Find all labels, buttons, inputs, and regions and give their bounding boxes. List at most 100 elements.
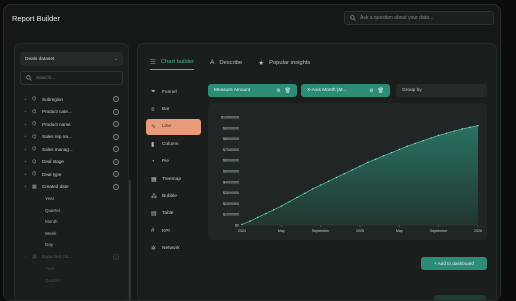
data-point [390,151,393,154]
info-icon[interactable]: i [113,108,119,115]
field-search-input[interactable]: Search... [20,71,123,85]
groupby-pill[interactable]: Group by [396,84,487,97]
info-icon[interactable]: i [113,171,119,178]
data-point [343,173,345,175]
date-part-item[interactable]: Year [20,193,123,205]
tab-bar: ☰ Chart builder A Describe ★ Popular insigh… [150,58,326,70]
chart-type-label: Bubble [162,194,177,200]
measure-pill[interactable]: Measure Amount ⚙ 🗑 [208,84,297,97]
info-icon[interactable]: i [113,146,119,153]
chart-type-label: Bar [162,107,170,113]
field-item[interactable]: + ▦ Created date i [20,181,123,194]
chart-type-list: ⏷ Funnel ≡ Bar ∿ Line ▮ Column ◔ Pie ▦ Treemap ⁂ Bubb… [146,84,201,258]
info-icon[interactable]: i [113,183,119,190]
field-item[interactable]: + ⌬ Deal type i [20,168,123,181]
expand-icon[interactable]: + [24,159,32,164]
info-icon[interactable]: i [113,253,119,260]
chart-type-bubble[interactable]: ⁂ Bubble [146,188,201,204]
info-icon[interactable]: i [113,96,119,103]
chart-type-label: Line [162,124,172,130]
info-icon[interactable]: i [113,158,119,165]
data-point [445,132,448,134]
y-tick-label: $7000000 [223,148,239,152]
tab-label: Popular insights [269,59,311,66]
calendar-icon: ▦ [32,253,37,260]
list-icon: ☰ [150,59,156,66]
expand-icon[interactable]: + [24,254,32,259]
chart-type-table[interactable]: ▤ Table [146,206,201,222]
treemap-icon: ▦ [151,176,157,183]
field-label: Sales manag... [42,146,73,152]
data-point [382,155,385,157]
chart-type-kpi[interactable]: # KPI [146,223,201,239]
date-part-item[interactable]: Day [20,239,123,251]
chart-type-treemap[interactable]: ▦ Treemap [146,171,201,187]
funnel-icon: ⏷ [151,88,156,95]
data-point [375,158,377,160]
chart-type-line[interactable]: ∿ Line [146,118,201,136]
data-point [327,180,330,182]
date-part-item[interactable]: Month [20,216,123,228]
data-point [367,161,369,164]
field-item[interactable]: + ⌬ Subregion i [20,93,123,106]
field-item[interactable]: + ⌬ Sales manag... i [20,143,123,156]
chart-type-pie[interactable]: ◔ Pie [146,154,201,170]
date-part-item[interactable]: Week [20,228,123,240]
field-item[interactable]: + ▦ Expected clo... i [20,251,123,264]
data-point [335,176,338,179]
expand-icon[interactable]: + [24,97,32,102]
tab-popular-insights[interactable]: ★ Popular insights [258,58,310,70]
chart-type-label: Treemap [162,176,182,182]
date-part-item[interactable]: Quarter [20,275,123,287]
chart-type-funnel[interactable]: ⏷ Funnel [146,84,201,100]
xaxis-pill[interactable]: X-Axis Month (M... ⚙ 🗑 [301,84,390,97]
x-tick-label: 2024 [238,229,246,233]
chart-type-label: Pie [162,159,169,165]
y-tick-label: $5000000 [223,170,239,174]
field-item[interactable]: + ⌬ Product cate... i [20,106,123,119]
chart-type-column[interactable]: ▮ Column [146,136,201,152]
delete-icon[interactable]: 🗑 [285,88,291,94]
y-tick-label: $9000000 [223,126,239,130]
info-icon[interactable]: i [113,133,119,140]
app-title: Report Builder [12,13,60,23]
dataset-select[interactable]: Deals dataset ⌄ [20,52,123,66]
settings-icon[interactable]: ⚙ [276,88,280,94]
chart-type-network[interactable]: ✲ Network [146,241,201,257]
expand-icon[interactable]: + [24,184,32,189]
app-window: Report Builder Ask a question about your… [3,4,501,301]
chart-type-label: Column [162,141,179,147]
tab-describe[interactable]: A Describe [210,58,242,70]
expand-icon[interactable]: + [24,172,32,177]
data-point [469,126,471,128]
data-point [280,205,283,207]
field-item[interactable]: + ⌬ Deal stage i [20,156,123,169]
expand-icon[interactable]: + [24,147,32,152]
field-item[interactable]: + ⌬ Product name i [20,118,123,131]
field-item[interactable]: + ⌬ Sales rep na... i [20,131,123,144]
bubble-icon: ⁂ [151,194,157,201]
date-part-item[interactable]: Quarter [20,205,123,217]
tab-chart-builder[interactable]: ☰ Chart builder [150,58,195,70]
add-to-dashboard-button[interactable]: + Add to dashboard [421,257,487,270]
secondary-button[interactable] [434,295,486,300]
expand-icon[interactable]: + [24,122,32,127]
expand-icon[interactable]: + [24,134,32,139]
hierarchy-icon: ⌬ [32,108,37,115]
delete-icon[interactable]: 🗑 [378,88,384,94]
ask-question-input[interactable]: Ask a question about your data... [344,11,494,25]
date-part-item[interactable]: Year [20,263,123,275]
pie-icon: ◔ [151,158,155,165]
field-label: Product name [42,121,71,127]
expand-icon[interactable]: + [24,109,32,114]
hierarchy-icon: ⌬ [32,96,37,103]
chart-type-bar[interactable]: ≡ Bar [146,101,201,117]
hierarchy-icon: ⌬ [32,158,37,165]
sidebar-scrollbar[interactable] [129,180,131,300]
hierarchy-icon: ⌬ [32,146,37,153]
settings-icon[interactable]: ⚙ [369,88,373,94]
data-point [430,137,432,139]
info-icon[interactable]: i [113,121,119,128]
x-tick-label: May [278,229,285,233]
chart-builder-panel: ☰ Chart builder A Describe ★ Popular insigh… [137,43,497,300]
